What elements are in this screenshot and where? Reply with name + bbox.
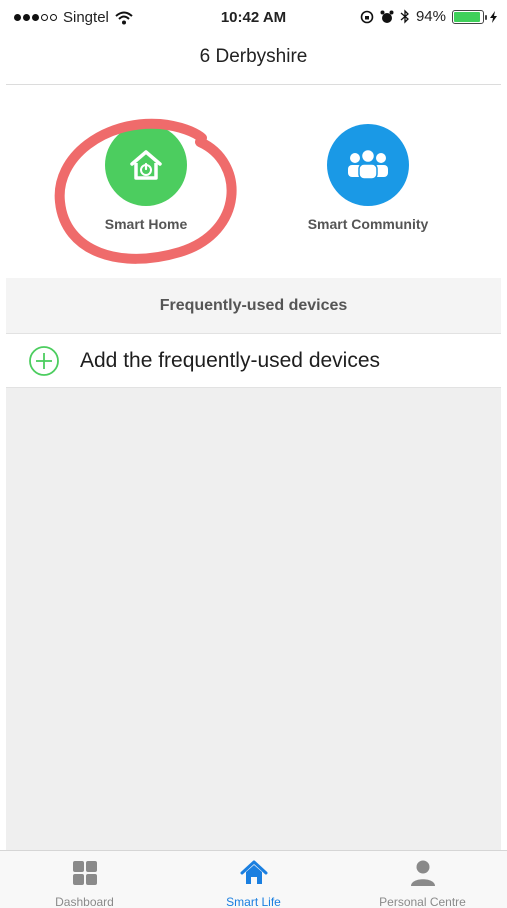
- add-frequent-devices-label: Add the frequently-used devices: [80, 348, 381, 372]
- community-icon: [327, 124, 409, 206]
- tab-personal-centre-label: Personal Centre: [379, 895, 466, 908]
- battery-icon: [452, 9, 487, 24]
- devices-list-area: [6, 388, 501, 850]
- status-bar: Singtel 10:42 AM 94%: [0, 0, 507, 36]
- add-circle-icon: [29, 345, 59, 376]
- rotation-lock-icon: [360, 10, 374, 23]
- tab-dashboard[interactable]: Dashboard: [0, 851, 169, 908]
- smart-community-label: Smart Community: [307, 216, 429, 232]
- alarm-icon: [380, 10, 394, 23]
- header-divider: [6, 84, 501, 85]
- home-icon: [169, 859, 338, 887]
- person-icon: [338, 859, 507, 887]
- bluetooth-icon: [400, 9, 409, 24]
- tab-personal-centre[interactable]: Personal Centre: [338, 851, 507, 908]
- charging-icon: [490, 10, 497, 23]
- highlight-circle-annotation: [54, 118, 237, 264]
- page-title: 6 Derbyshire: [199, 46, 308, 67]
- tab-dashboard-label: Dashboard: [55, 895, 114, 908]
- battery-percent: 94%: [415, 8, 446, 25]
- add-frequent-devices-button[interactable]: Add the frequently-used devices: [6, 334, 501, 388]
- smart-community-button[interactable]: Smart Community: [288, 124, 448, 232]
- dashboard-icon: [0, 859, 169, 887]
- tab-smart-life[interactable]: Smart Life: [169, 851, 338, 908]
- battery-level: [454, 11, 481, 22]
- tab-smart-life-label: Smart Life: [226, 895, 281, 908]
- tab-bar: Dashboard Smart Life Personal Centre: [0, 850, 507, 908]
- frequent-devices-header: Frequently-used devices: [6, 278, 501, 334]
- status-right: 94%: [360, 8, 497, 25]
